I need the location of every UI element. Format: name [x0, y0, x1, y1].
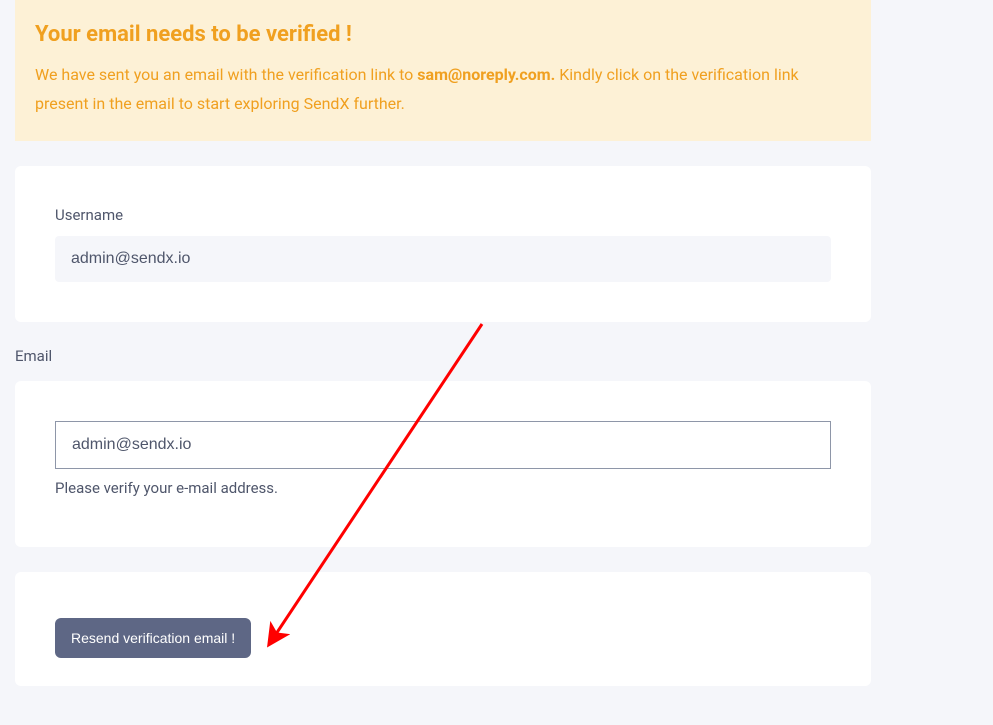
email-label: Email [15, 347, 887, 365]
email-input[interactable] [55, 421, 831, 469]
resend-card: Resend verification email ! [15, 572, 871, 686]
alert-title: Your email needs to be verified ! [35, 22, 851, 47]
resend-verification-button[interactable]: Resend verification email ! [55, 618, 251, 658]
email-card: Please verify your e-mail address. [15, 381, 871, 547]
username-input [55, 236, 831, 282]
verification-alert: Your email needs to be verified ! We hav… [15, 0, 871, 141]
username-card: Username [15, 166, 871, 322]
alert-text: We have sent you an email with the verif… [35, 61, 851, 119]
alert-text-before: We have sent you an email with the verif… [35, 65, 417, 84]
alert-email: sam@noreply.com. [417, 65, 555, 84]
email-help-text: Please verify your e-mail address. [55, 479, 831, 497]
username-label: Username [55, 206, 831, 224]
